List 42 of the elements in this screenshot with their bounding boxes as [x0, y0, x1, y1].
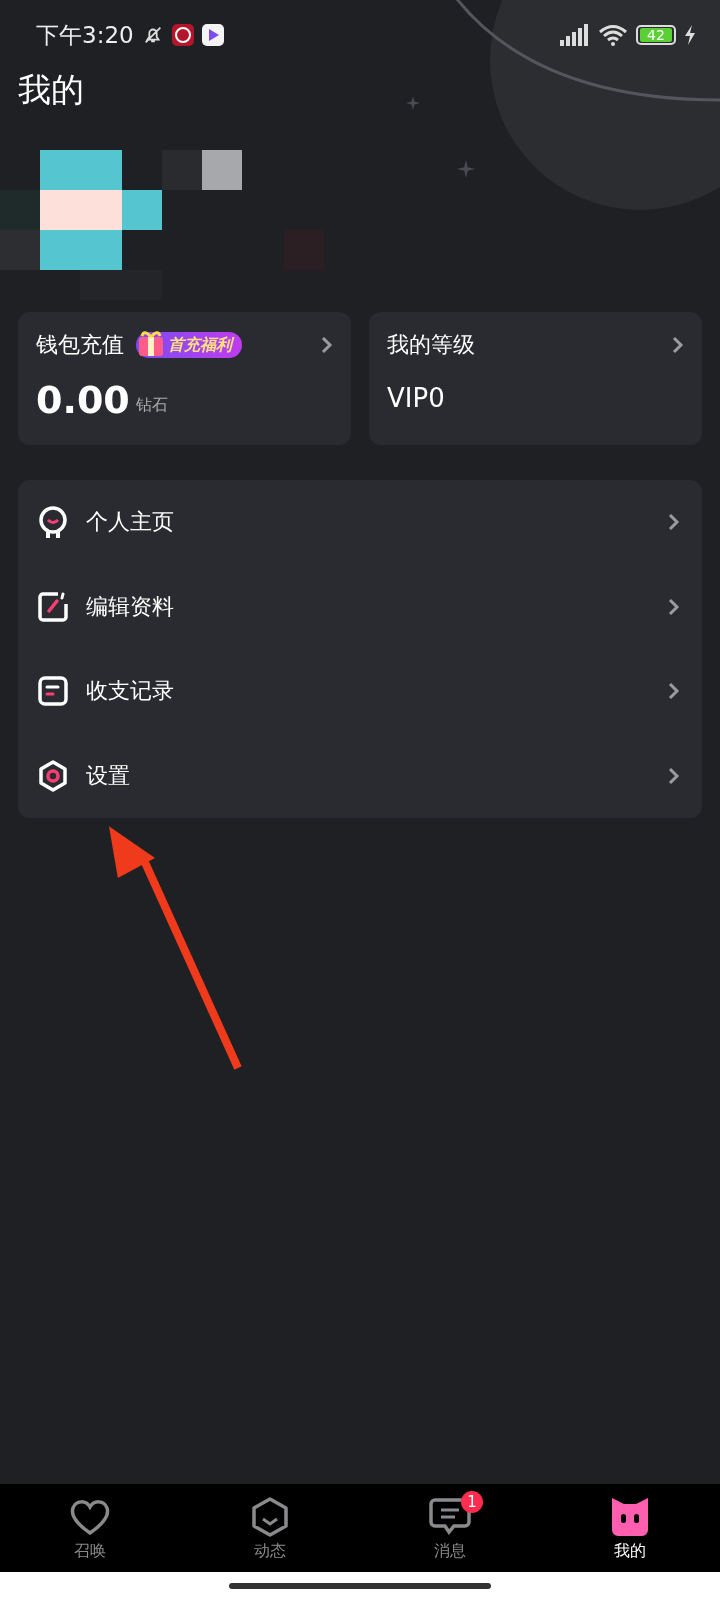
menu-label: 收支记录 [86, 677, 174, 706]
card-background[interactable]: 钱包充值 首充福利 0.00 钻石 [18, 312, 351, 445]
menu-item[interactable]: 收支记录 [18, 649, 702, 734]
app-icon [171, 24, 194, 46]
card-title: 钱包充值 [36, 331, 124, 359]
chevron-right-icon [672, 336, 684, 354]
menu-label: 个人主页 [86, 508, 174, 537]
menu-label: 编辑资料 [86, 592, 174, 621]
robot-face-icon [38, 506, 68, 539]
battery-icon: 42 [636, 25, 676, 45]
card-title: 我的等级 [387, 331, 475, 359]
menu-item[interactable]: 个人主页 [18, 480, 702, 565]
hexagon-icon [251, 1496, 289, 1537]
sparkle-icon [406, 96, 420, 110]
chat-icon [429, 1497, 471, 1536]
chevron-right-icon [668, 766, 680, 785]
menu-item[interactable]: 设置 [18, 733, 702, 818]
chevron-right-icon [668, 513, 680, 532]
gift-icon [136, 328, 166, 358]
wifi-icon [598, 24, 628, 46]
edit-icon [38, 591, 68, 622]
unread-badge: 1 [461, 1490, 483, 1513]
menu-label: 设置 [86, 761, 130, 790]
card-value: 0.00 [36, 378, 130, 422]
tab-item[interactable]: 动态 [180, 1494, 360, 1562]
chevron-right-icon [668, 597, 680, 616]
document-icon [38, 676, 68, 707]
tab-item[interactable]: 召唤 [0, 1494, 180, 1562]
unit-label: 钻石 [135, 395, 168, 416]
card-background[interactable]: 我的等级 VIP0 [369, 312, 702, 445]
sparkle-icon [457, 160, 475, 178]
tab-item[interactable]: 我的 [540, 1494, 720, 1562]
page-title: 我的 [18, 70, 84, 110]
play-store-icon [201, 24, 224, 46]
menu-item[interactable]: 编辑资料 [18, 564, 702, 649]
charging-icon [684, 25, 696, 45]
settings-icon [38, 759, 68, 792]
heart-icon [69, 1497, 111, 1536]
status-time: 下午3:20 [36, 20, 134, 50]
chevron-right-icon [321, 336, 333, 354]
chevron-right-icon [668, 682, 680, 701]
card-value: VIP0 [387, 382, 445, 415]
